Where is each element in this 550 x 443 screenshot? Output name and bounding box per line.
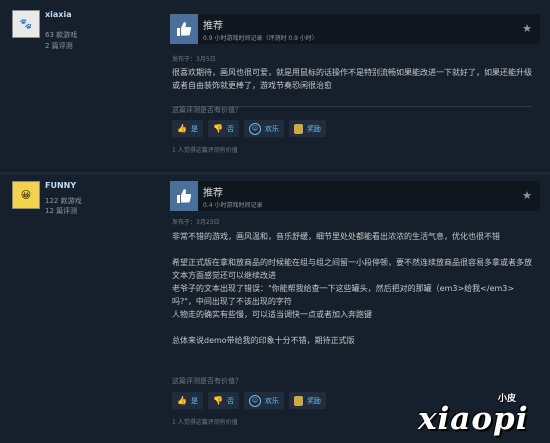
vote-no-label: 否: [226, 124, 234, 133]
vote-funny-label: 欢乐: [264, 124, 279, 133]
helpful-question: 这篇评测是否有价值？: [172, 377, 242, 385]
review-verdict: 推荐: [203, 21, 223, 32]
review-paragraph: 很喜欢期待，画风也很可爱，就是用鼠标的话操作不是特别流畅如果能改进一下就好了，如…: [172, 68, 532, 90]
review-paragraph: 人物走的确实有些慢，可以适当调快一点或者加入奔跑键: [172, 310, 372, 319]
found-helpful-count: 1 人觉得这篇评测有价值: [172, 419, 238, 426]
star-icon[interactable]: ★: [522, 189, 532, 202]
playtime-hours: 0.4 小时游戏时间记录: [203, 202, 263, 209]
playtime-hours: 0.9 小时游戏时间记录（评测时 0.9 小时）: [203, 35, 318, 42]
review-paragraph: 希望正式版在拿和放商品的时候能在组与组之间留一小段停顿，要不然连续放商品很容易多…: [172, 258, 532, 267]
smiley-icon: ☺: [248, 122, 261, 135]
posted-date: 发布于：3月5日: [172, 56, 216, 63]
author-reviews-count[interactable]: 2 篇评测: [45, 41, 73, 51]
avatar-image: 😀: [20, 189, 32, 201]
vote-header[interactable]: 推荐 0.4 小时游戏时间记录 ★: [170, 181, 540, 211]
thumbs-up-icon: [170, 14, 198, 44]
review-paragraph: [172, 321, 537, 334]
vote-no-label: 否: [226, 396, 234, 405]
award-label: 奖励: [306, 396, 321, 405]
author-games-count[interactable]: 63 款游戏: [45, 30, 77, 40]
vote-funny-button[interactable]: ☺ 欢乐: [243, 120, 284, 137]
award-button[interactable]: 奖励: [288, 120, 326, 137]
vote-no-button[interactable]: 👎 否: [207, 392, 239, 409]
helpful-question: 这篇评测是否有价值？: [172, 106, 242, 114]
vote-yes-label: 是: [190, 396, 198, 405]
award-label: 奖励: [306, 124, 321, 133]
vote-buttons: 👍 是 👎 否 ☺ 欢乐 奖励: [172, 392, 326, 409]
thumbs-up-small-icon: 👍: [177, 124, 187, 133]
posted-date: 发布于：3月23日: [172, 219, 220, 226]
vote-yes-button[interactable]: 👍 是: [172, 392, 203, 409]
vote-funny-label: 欢乐: [264, 396, 279, 405]
review-text: 很喜欢期待，画风也很可爱，就是用鼠标的话操作不是特别流畅如果能改进一下就好了，如…: [172, 66, 537, 92]
review-paragraph: [172, 243, 537, 256]
award-icon: [293, 123, 303, 134]
found-helpful-count: 1 人觉得这篇评测有价值: [172, 147, 238, 154]
vote-yes-button[interactable]: 👍 是: [172, 120, 203, 137]
review-verdict: 推荐: [203, 188, 223, 199]
award-icon: [293, 395, 303, 406]
thumbs-up-small-icon: 👍: [177, 396, 187, 405]
author-name[interactable]: xiaxia: [45, 10, 72, 19]
vote-buttons: 👍 是 👎 否 ☺ 欢乐 奖励: [172, 120, 326, 137]
review-paragraph: 总体来说demo带给我的印象十分不错，期待正式版: [172, 336, 355, 345]
review-text: 非常不错的游戏，画风温和，音乐舒缓，细节里处处都能看出浓浓的生活气息，优化也很不…: [172, 230, 537, 347]
review-card: 🐾 xiaxia 63 款游戏 2 篇评测 推荐 0.9 小时游戏时间记录（评测…: [0, 0, 550, 172]
award-button[interactable]: 奖励: [288, 392, 326, 409]
vote-funny-button[interactable]: ☺ 欢乐: [243, 392, 284, 409]
star-icon[interactable]: ★: [522, 22, 532, 35]
avatar[interactable]: 🐾: [12, 10, 40, 38]
review-paragraph: 文本方面感觉还可以继续改进: [172, 271, 276, 280]
vote-yes-label: 是: [190, 124, 198, 133]
vote-no-button[interactable]: 👎 否: [207, 120, 239, 137]
watermark-big-text: xiaopi: [418, 401, 529, 437]
avatar[interactable]: 😀: [12, 181, 40, 209]
author-games-count[interactable]: 122 款游戏: [45, 196, 82, 206]
author-reviews-count[interactable]: 12 篇评测: [45, 206, 77, 216]
avatar-image: 🐾: [19, 18, 33, 30]
watermark-logo: 小皮 xiaopi: [418, 391, 538, 439]
review-paragraph: 非常不错的游戏，画风温和，音乐舒缓，细节里处处都能看出浓浓的生活气息，优化也很不…: [172, 232, 500, 241]
author-name[interactable]: FUNNY: [45, 181, 76, 190]
smiley-icon: ☺: [248, 394, 261, 407]
review-paragraph: 老爷子的文本出现了错误："你能帮我给查一下这些罐头，然后把对的那罐（em3>给我…: [172, 284, 515, 306]
thumbs-up-icon: [170, 181, 198, 211]
vote-header[interactable]: 推荐 0.9 小时游戏时间记录（评测时 0.9 小时） ★: [170, 14, 540, 44]
thumbs-down-small-icon: 👎: [212, 124, 223, 133]
thumbs-down-small-icon: 👎: [212, 396, 223, 405]
